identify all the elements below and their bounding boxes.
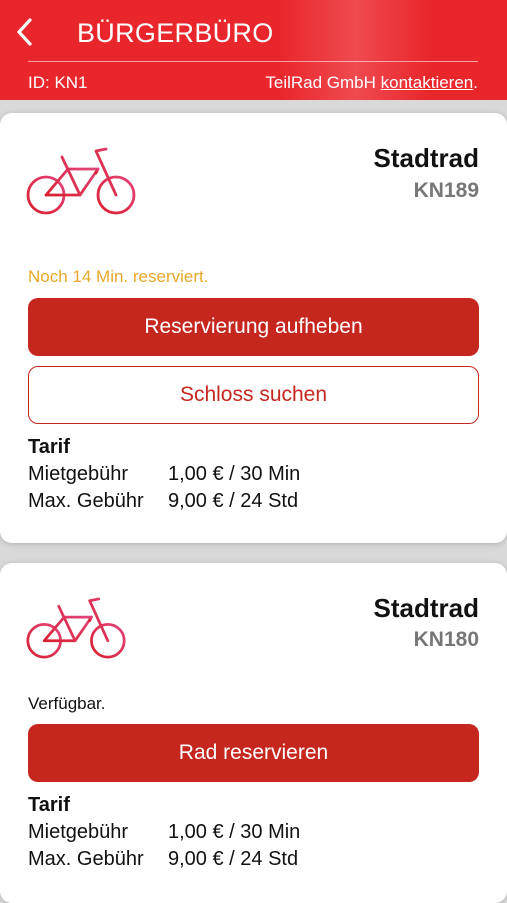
tariff-row: Max. Gebühr 9,00 € / 24 Std <box>28 488 300 515</box>
bicycle-icon <box>26 147 136 215</box>
chevron-left-icon <box>17 18 32 46</box>
page-title: BÜRGERBÜRO <box>77 18 274 48</box>
bike-type: Stadtrad <box>373 593 479 623</box>
tariff-row: Mietgebühr 1,00 € / 30 Min <box>28 819 300 846</box>
app-header: BÜRGERBÜRO ID: KN1 TeilRad GmbH kontakti… <box>0 0 507 100</box>
tariff-label: Max. Gebühr <box>28 848 144 870</box>
tariff-row: Max. Gebühr 9,00 € / 24 Std <box>28 846 300 873</box>
tariff-value: 1,00 € / 30 Min <box>168 821 301 843</box>
contact-link[interactable]: kontaktieren <box>381 73 474 92</box>
tariff-heading: Tarif <box>28 794 70 816</box>
availability-status: Verfügbar. <box>28 694 106 713</box>
bike-card: Stadtrad KN189 Noch 14 Min. reserviert. … <box>0 113 507 543</box>
tariff-heading: Tarif <box>28 436 70 458</box>
bike-code: KN180 <box>413 628 479 651</box>
tariff-label: Max. Gebühr <box>28 490 144 512</box>
cancel-reservation-button[interactable]: Reservierung aufheben <box>28 298 479 356</box>
tariff-label: Mietgebühr <box>28 821 129 843</box>
company-info: TeilRad GmbH kontaktieren. <box>265 73 478 93</box>
bike-type: Stadtrad <box>373 143 479 173</box>
station-id: ID: KN1 <box>28 73 88 92</box>
header-divider <box>28 61 478 62</box>
reserve-bike-button[interactable]: Rad reservieren <box>28 724 479 782</box>
tariff-section: Tarif Mietgebühr 1,00 € / 30 Min Max. Ge… <box>28 792 300 873</box>
tariff-label: Mietgebühr <box>28 463 129 485</box>
reservation-status: Noch 14 Min. reserviert. <box>28 267 209 286</box>
tariff-value: 1,00 € / 30 Min <box>168 463 301 485</box>
tariff-value: 9,00 € / 24 Std <box>168 490 299 512</box>
bike-card: Stadtrad KN180 Verfügbar. Rad reserviere… <box>0 563 507 903</box>
bike-code: KN189 <box>413 179 479 202</box>
back-button[interactable] <box>8 14 42 50</box>
tariff-row: Mietgebühr 1,00 € / 30 Min <box>28 461 300 488</box>
bicycle-icon <box>26 597 126 659</box>
contact-suffix: . <box>473 73 478 92</box>
company-name: TeilRad GmbH <box>265 73 376 92</box>
tariff-section: Tarif Mietgebühr 1,00 € / 30 Min Max. Ge… <box>28 434 300 515</box>
find-lock-button[interactable]: Schloss suchen <box>28 366 479 424</box>
tariff-value: 9,00 € / 24 Std <box>168 848 299 870</box>
